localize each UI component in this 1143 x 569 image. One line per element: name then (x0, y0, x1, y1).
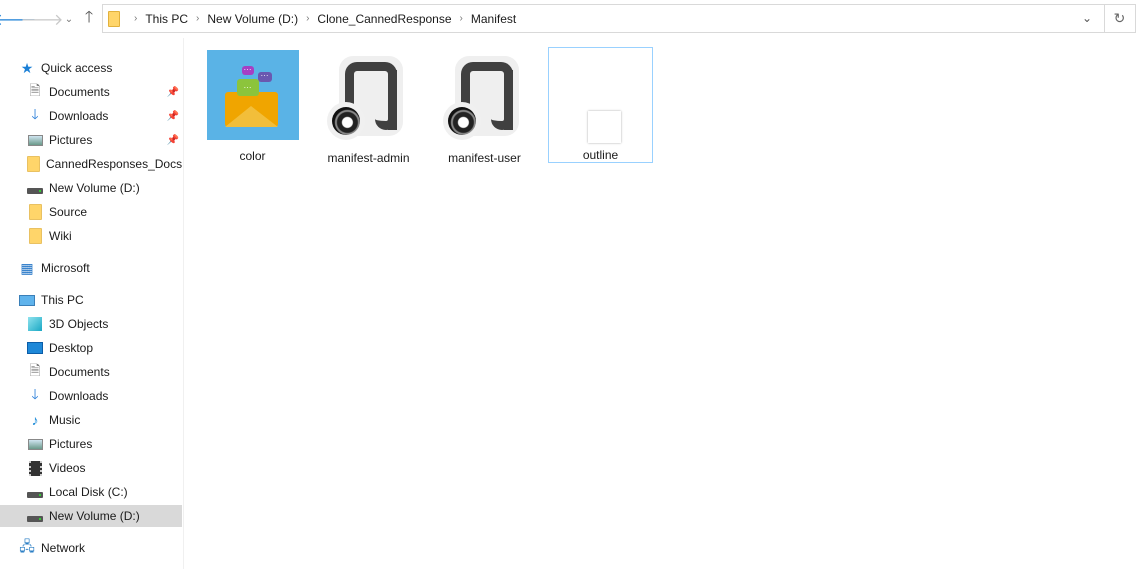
sidebar-item-documents[interactable]: 🗎 Documents 📌 (0, 81, 182, 103)
chevron-right-icon: › (134, 13, 138, 24)
sidebar-item-new-volume-quick[interactable]: New Volume (D:) (0, 177, 182, 199)
chat-bubble-icon: ··· (241, 65, 254, 75)
folder-icon (27, 156, 40, 172)
drive-icon (27, 508, 43, 524)
navigation-bar: 🡐 🡒 ⌄ 🡑 › This PC › New Volume (D:) › Cl… (0, 0, 1143, 38)
breadcrumb-this-pc[interactable]: This PC (145, 12, 188, 26)
breadcrumb-manifest[interactable]: Manifest (471, 12, 516, 26)
chat-bubble-icon: ··· (236, 79, 259, 96)
json-file-icon (323, 50, 415, 142)
folder-icon (27, 204, 43, 220)
chat-bubble-icon: ··· (257, 72, 272, 82)
film-icon (27, 460, 43, 476)
sidebar-item-microsoft[interactable]: ▦ Microsoft (0, 257, 182, 279)
pictures-icon (27, 436, 43, 452)
sidebar-item-downloads[interactable]: 🡓 Downloads 📌 (0, 105, 182, 127)
download-arrow-icon: 🡓 (31, 106, 39, 122)
file-name: manifest-user (448, 151, 521, 165)
sidebar-item-videos[interactable]: Videos (0, 457, 182, 479)
pin-icon[interactable]: 📌 (167, 111, 179, 122)
refresh-button[interactable]: ↻ (1104, 4, 1136, 33)
download-arrow-icon: 🡓 (31, 386, 39, 402)
file-name: manifest-admin (327, 151, 410, 165)
sidebar-item-pc-downloads[interactable]: 🡓 Downloads (0, 385, 182, 407)
documents-icon: 🗎 (29, 362, 41, 378)
chevron-right-icon[interactable]: › (196, 13, 199, 24)
sidebar-item-network[interactable]: 🖧 Network (0, 537, 182, 559)
file-list: ··· ··· ··· color manifest-admin manifes… (185, 38, 1143, 569)
system-drive-icon (27, 484, 43, 500)
breadcrumb-clone-cannedresponse[interactable]: Clone_CannedResponse (317, 12, 451, 26)
address-bar[interactable]: › This PC › New Volume (D:) › Clone_Cann… (102, 4, 1105, 33)
file-item-color[interactable]: ··· ··· ··· color (200, 47, 305, 163)
chevron-right-icon[interactable]: › (460, 13, 463, 24)
up-button[interactable]: 🡑 (79, 9, 99, 29)
sidebar-item-3d-objects[interactable]: 3D Objects (0, 313, 182, 335)
sidebar-item-pictures[interactable]: Pictures 📌 (0, 129, 182, 151)
folder-icon (108, 10, 120, 27)
recent-locations-button[interactable]: ⌄ (59, 9, 79, 29)
pin-icon[interactable]: 📌 (167, 135, 179, 146)
file-item-manifest-user[interactable]: manifest-user (432, 47, 537, 165)
sidebar-item-source[interactable]: Source (0, 201, 182, 223)
json-file-icon (439, 50, 531, 142)
sidebar-item-music[interactable]: ♪ Music (0, 409, 182, 431)
network-icon: 🖧 (19, 538, 35, 554)
computer-icon (19, 292, 35, 308)
file-item-outline[interactable]: outline (548, 47, 653, 163)
sidebar-item-cannedresponses-docs[interactable]: CannedResponses_Docs (0, 153, 182, 175)
sidebar-item-pc-pictures[interactable]: Pictures (0, 433, 182, 455)
sidebar-item-local-disk-c[interactable]: Local Disk (C:) (0, 481, 182, 503)
sidebar-item-quick-access[interactable]: ★ Quick access (0, 57, 182, 79)
image-thumbnail-icon: ··· ··· ··· (206, 50, 299, 140)
star-icon: ★ (20, 59, 34, 76)
file-item-manifest-admin[interactable]: manifest-admin (316, 47, 421, 165)
music-note-icon: ♪ (31, 412, 39, 428)
sidebar-item-wiki[interactable]: Wiki (0, 225, 182, 247)
file-name: outline (582, 148, 619, 162)
pin-icon[interactable]: 📌 (167, 87, 179, 98)
building-icon: ▦ (20, 259, 34, 276)
desktop-icon (27, 340, 43, 356)
navigation-pane: ★ Quick access 🗎 Documents 📌 🡓 Downloads… (0, 38, 184, 569)
breadcrumb-new-volume[interactable]: New Volume (D:) (207, 12, 298, 26)
pictures-icon (27, 132, 43, 148)
sidebar-item-pc-documents[interactable]: 🗎 Documents (0, 361, 182, 383)
sidebar-item-desktop[interactable]: Desktop (0, 337, 182, 359)
sidebar-item-this-pc[interactable]: This PC (0, 289, 182, 311)
drive-icon (27, 180, 43, 196)
envelope-flap (224, 106, 278, 127)
image-thumbnail-icon (555, 51, 647, 143)
sidebar-item-new-volume-d[interactable]: New Volume (D:) (0, 505, 182, 527)
chevron-right-icon[interactable]: › (306, 13, 309, 24)
forward-button[interactable]: 🡒 (21, 9, 64, 29)
address-dropdown-button[interactable]: ⌄ (1082, 11, 1092, 25)
cube-icon (27, 316, 43, 332)
file-name: color (239, 149, 266, 163)
documents-icon: 🗎 (29, 82, 41, 98)
folder-icon (27, 228, 43, 244)
